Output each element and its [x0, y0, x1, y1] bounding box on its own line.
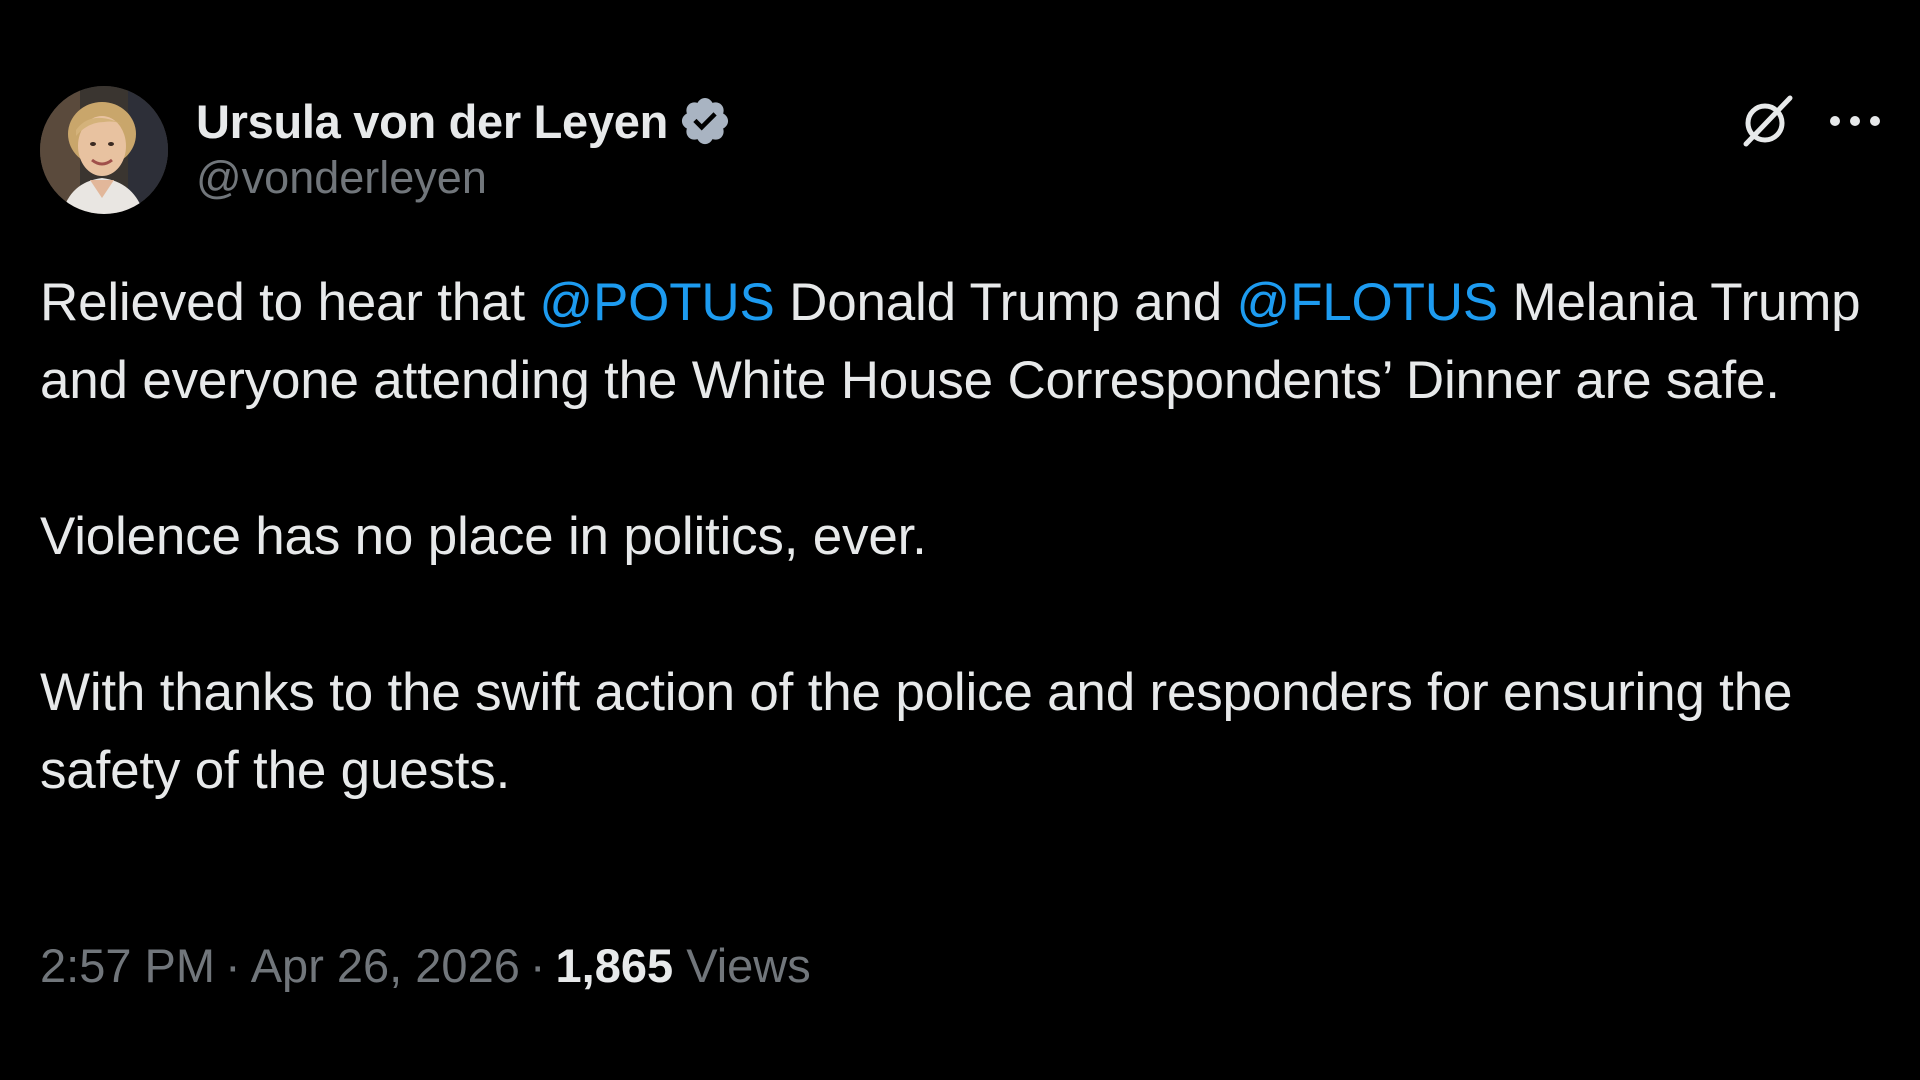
- mention-link[interactable]: @FLOTUS: [1237, 273, 1499, 332]
- tweet-text-segment: Relieved to hear that: [40, 273, 540, 332]
- author-display-name[interactable]: Ursula von der Leyen: [196, 94, 668, 149]
- author-avatar[interactable]: [40, 86, 168, 214]
- tweet-time[interactable]: 2:57 PM: [40, 939, 215, 992]
- display-name-row: Ursula von der Leyen: [196, 90, 732, 152]
- views-label: Views: [686, 939, 811, 992]
- tweet-text: Relieved to hear that @POTUS Donald Trum…: [40, 264, 1890, 810]
- verified-badge-icon[interactable]: [678, 94, 732, 148]
- avatar-photo-icon: [40, 86, 168, 214]
- author-names: Ursula von der Leyen @vonderleyen: [196, 90, 732, 204]
- grok-icon[interactable]: [1736, 90, 1798, 152]
- tweet-text-segment: With thanks to the swift action of the p…: [40, 663, 1793, 800]
- author-handle[interactable]: @vonderleyen: [196, 152, 732, 204]
- tweet-text-segment: Donald Trump and: [774, 273, 1237, 332]
- tweet-text-segment: Violence has no place in politics, ever.: [40, 507, 927, 566]
- tweet-card: Ursula von der Leyen @vonderleyen Reliev…: [0, 0, 1920, 1080]
- more-options-icon[interactable]: [1830, 111, 1880, 131]
- header-actions: [1736, 86, 1880, 156]
- meta-separator: ·: [529, 939, 546, 992]
- tweet-paragraph: Violence has no place in politics, ever.: [40, 498, 1890, 576]
- tweet-paragraph: With thanks to the swift action of the p…: [40, 654, 1890, 810]
- mention-link[interactable]: @POTUS: [539, 273, 774, 332]
- views-count: 1,865: [555, 939, 674, 992]
- tweet-date[interactable]: Apr 26, 2026: [251, 939, 520, 992]
- meta-separator: ·: [225, 939, 241, 992]
- tweet-paragraph: Relieved to hear that @POTUS Donald Trum…: [40, 264, 1890, 420]
- more-dot: [1850, 116, 1860, 126]
- tweet-header: Ursula von der Leyen @vonderleyen: [40, 86, 1880, 216]
- more-dot: [1870, 116, 1880, 126]
- tweet-meta: 2:57 PM · Apr 26, 2026 · 1,865 Views: [40, 938, 811, 993]
- more-dot: [1830, 116, 1840, 126]
